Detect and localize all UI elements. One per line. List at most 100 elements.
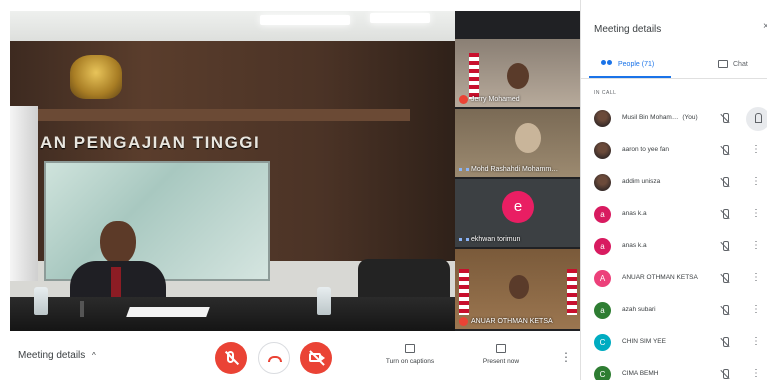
desk-papers <box>126 307 210 317</box>
people-icon <box>601 60 613 68</box>
speaking-indicator-icon <box>459 238 469 241</box>
participant-name: ANUAR OTHMAN KETSA <box>622 274 714 281</box>
captions-button[interactable]: Turn on captions <box>375 344 445 365</box>
window-glare <box>10 106 38 281</box>
more-options-icon[interactable]: ⋮ <box>751 207 761 221</box>
avatar: A <box>594 270 611 287</box>
wall-sign-text: RIAN PENGAJIAN TINGGI <box>20 133 261 152</box>
captions-label: Turn on captions <box>385 358 435 365</box>
present-now-button[interactable]: Present now <box>466 344 536 365</box>
mic-off-icon <box>718 272 732 286</box>
glass-panel <box>44 161 270 281</box>
participant-row[interactable]: a azah subari ⋮ <box>581 296 767 326</box>
pin-icon[interactable] <box>746 107 767 131</box>
captions-icon <box>405 344 415 353</box>
participant-name-text: aaron to yee fan <box>622 146 669 153</box>
meeting-details-panel: Meeting details × People (71) Chat IN CA… <box>580 0 767 380</box>
mic-off-icon <box>718 336 732 350</box>
more-options-icon[interactable]: ⋮ <box>751 303 761 317</box>
participant-row[interactable]: A ANUAR OTHMAN KETSA ⋮ <box>581 264 767 294</box>
participant-row[interactable]: addim unisza ⋮ <box>581 168 767 198</box>
participant-name: CHIN SIM YEE <box>622 338 714 345</box>
tab-people-label: People (71) <box>618 60 655 68</box>
more-options-icon[interactable]: ⋮ <box>751 175 761 189</box>
flag-icon <box>567 269 577 315</box>
ceiling-light <box>260 15 350 25</box>
video-stage: RIAN PENGAJIAN TINGGI Jerry Mohamed Mohd… <box>10 11 580 331</box>
avatar <box>594 142 611 159</box>
avatar: a <box>594 302 611 319</box>
more-options-icon[interactable]: ⋮ <box>751 367 761 380</box>
hang-up-icon <box>268 356 282 362</box>
participant-tile[interactable]: Mohd Rashahdi Mohamm… <box>455 109 580 179</box>
participant-name-text: anas k.a <box>622 210 647 217</box>
close-icon[interactable]: × <box>763 21 767 32</box>
meeting-details-toggle[interactable]: Meeting details ^ <box>18 350 96 361</box>
participant-name: anas k.a <box>622 242 714 249</box>
participant-video-head <box>509 275 529 299</box>
participant-row[interactable]: C CIMA BEMH ⋮ <box>581 360 767 380</box>
flag-icon <box>459 269 469 315</box>
water-bottle <box>317 287 331 315</box>
microphone-toggle-button[interactable] <box>215 342 247 374</box>
participant-name: Musil Bin Moham… (You) <box>622 114 714 121</box>
participant-name: addim unisza <box>622 178 714 185</box>
coat-of-arms-emblem <box>70 55 122 99</box>
more-options-icon[interactable]: ⋮ <box>751 239 761 253</box>
present-label: Present now <box>482 358 520 365</box>
mic-off-icon <box>718 176 732 190</box>
tab-chat[interactable]: Chat <box>718 52 748 76</box>
participant-row[interactable]: a anas k.a ⋮ <box>581 232 767 262</box>
tab-people[interactable]: People (71) <box>601 52 654 76</box>
participant-name-text: anas k.a <box>622 242 647 249</box>
avatar: a <box>594 206 611 223</box>
participant-tiles: Jerry Mohamed Mohd Rashahdi Mohamm… e ek… <box>455 11 580 331</box>
more-options-icon[interactable]: ⋮ <box>751 335 761 349</box>
camera-off-icon <box>309 353 325 362</box>
participant-tile[interactable]: Jerry Mohamed <box>455 39 580 109</box>
you-tag: (You) <box>682 114 698 121</box>
participant-name: CIMA BEMH <box>622 370 714 377</box>
more-options-icon[interactable]: ⋮ <box>560 350 572 364</box>
participant-name: anas k.a <box>622 210 714 217</box>
participant-row[interactable]: aaron to yee fan ⋮ <box>581 136 767 166</box>
camera-toggle-button[interactable] <box>300 342 332 374</box>
present-icon <box>496 344 506 353</box>
participant-name-text: CHIN SIM YEE <box>622 338 666 345</box>
desk-microphone <box>80 301 84 317</box>
participant-name-text: Musil Bin Moham… <box>622 114 679 121</box>
mic-off-icon <box>718 240 732 254</box>
chat-icon <box>718 60 728 68</box>
participant-name-text: addim unisza <box>622 178 661 185</box>
tile-participant-name: Mohd Rashahdi Mohamm… <box>471 166 559 173</box>
participant-row[interactable]: a anas k.a ⋮ <box>581 200 767 230</box>
main-video-feed[interactable]: RIAN PENGAJIAN TINGGI <box>10 11 455 331</box>
avatar: C <box>594 366 611 380</box>
participant-name-text: CIMA BEMH <box>622 370 659 377</box>
in-call-section-label: IN CALL <box>594 90 617 96</box>
avatar: a <box>594 238 611 255</box>
leave-call-button[interactable] <box>258 342 290 374</box>
mic-off-icon <box>459 95 468 104</box>
tile-participant-name: ekhwan torimun <box>471 236 521 243</box>
tile-participant-name: Jerry Mohamed <box>471 96 520 103</box>
participant-avatar: e <box>502 191 534 223</box>
participant-tile[interactable]: ANUAR OTHMAN KETSA <box>455 249 580 331</box>
participant-name-text: ANUAR OTHMAN KETSA <box>622 274 698 281</box>
mic-off-icon <box>227 351 234 363</box>
meeting-details-label: Meeting details <box>18 350 86 361</box>
participant-name: azah subari <box>622 306 714 313</box>
more-options-icon[interactable]: ⋮ <box>751 271 761 285</box>
mic-off-icon <box>718 304 732 318</box>
mic-off-icon <box>459 317 468 326</box>
participant-video-head <box>507 63 529 89</box>
participant-tile[interactable]: e ekhwan torimun <box>455 179 580 249</box>
more-options-icon[interactable]: ⋮ <box>751 143 761 157</box>
presenter-head <box>100 221 136 265</box>
conference-desk <box>10 297 455 331</box>
tab-chat-label: Chat <box>733 60 748 68</box>
ceiling-light <box>370 13 430 23</box>
participant-row[interactable]: C CHIN SIM YEE ⋮ <box>581 328 767 358</box>
participant-row[interactable]: Musil Bin Moham… (You) <box>581 104 767 134</box>
wood-band <box>10 109 410 121</box>
